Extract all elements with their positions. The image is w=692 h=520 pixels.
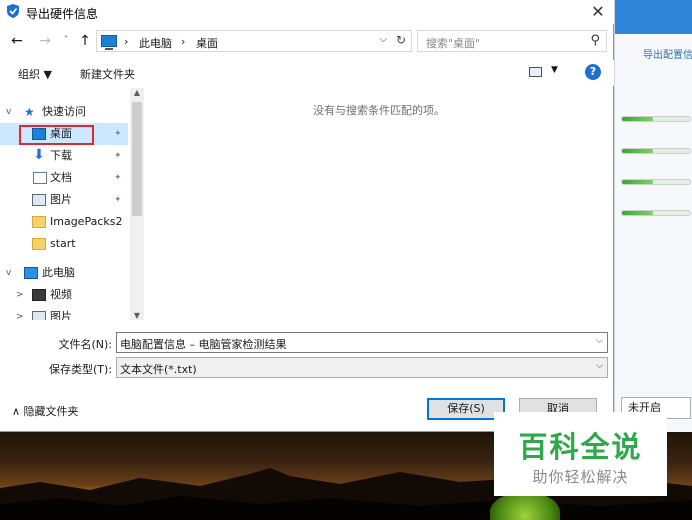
navigation-bar: ← → ˅ ↑ › 此电脑 › 桌面 ⌵ ↻ 搜索"桌面" ⚲ [0,28,614,54]
new-folder-button[interactable]: 新建文件夹 [80,66,135,82]
chevron-down-icon[interactable]: ⌵ [379,34,387,45]
sidebar-item-imagepacks2[interactable]: ImagePacks2 [0,211,128,233]
close-button[interactable]: ✕ [586,1,610,23]
filetype-label: 保存类型(T): [48,363,112,376]
sidebar-item-label: start [50,237,76,250]
progress-bar [621,179,691,185]
view-options-icon[interactable] [529,67,542,77]
pin-icon: ✦ [114,195,122,205]
breadcrumb-this-pc[interactable]: 此电脑 [139,35,172,51]
watermark-brand: 百科全说 [518,430,643,464]
background-app-title: 导出配置信 [643,50,692,61]
sidebar-item-label: 图片 [50,193,72,206]
shield-icon [7,4,19,18]
pictures-icon [32,311,46,320]
progress-bar [621,148,691,154]
computer-icon [101,35,117,50]
download-icon: ⬇ [33,147,45,163]
sidebar-item-this-pc[interactable]: v 此电脑 [0,262,128,284]
sidebar-item-label: 桌面 [50,127,72,140]
sidebar-item-pictures-pc[interactable]: > 图片 [0,306,128,320]
progress-bar [621,210,691,216]
chevron-right-icon[interactable]: > [16,306,24,320]
chevron-down-icon[interactable]: ⌵ [596,336,603,346]
organize-menu[interactable]: 组织 ▼ [18,66,52,82]
sidebar-item-pictures[interactable]: 图片 ✦ [0,189,128,211]
sidebar-item-label: 下载 [50,149,72,162]
scroll-up-icon[interactable]: ▲ [130,88,144,97]
chevron-down-icon[interactable]: v [6,262,11,284]
empty-results-message: 没有与搜索条件匹配的项。 [313,104,445,117]
title-bar: 导出硬件信息 ✕ [0,0,614,24]
sidebar-item-videos[interactable]: > 视频 [0,284,128,306]
filename-value: 电脑配置信息 – 电脑管家检测结果 [120,338,287,351]
pin-icon: ✦ [114,129,122,139]
video-icon [32,289,46,301]
breadcrumb-separator: › [124,35,129,48]
sidebar-item-label: 此电脑 [42,266,75,279]
background-app-header [615,0,692,34]
breadcrumb-desktop[interactable]: 桌面 [196,35,218,51]
sidebar-item-label: 视频 [50,288,72,301]
desktop-icon [32,128,46,140]
filename-field[interactable]: 电脑配置信息 – 电脑管家检测结果 ⌵ [116,332,608,353]
sidebar-item-start[interactable]: start [0,233,128,255]
scrollbar-thumb[interactable] [132,102,142,216]
pin-icon: ✦ [114,173,122,183]
save-dialog: 导出硬件信息 ✕ ← → ˅ ↑ › 此电脑 › 桌面 ⌵ ↻ 搜索"桌面" ⚲… [0,0,614,432]
sidebar-item-label: 文档 [50,171,72,184]
address-bar[interactable]: › 此电脑 › 桌面 ⌵ ↻ [96,30,412,52]
sidebar-item-label: 快速访问 [42,105,86,118]
sidebar-item-label: 图片 [50,310,72,320]
dialog-title: 导出硬件信息 [26,7,99,21]
watermark-slogan: 助你轻松解决 [532,468,629,486]
recent-locations-button[interactable]: ˅ [57,32,75,50]
folder-icon [32,238,46,250]
pc-icon [24,267,38,279]
help-icon[interactable]: ? [585,64,601,80]
sidebar-item-documents[interactable]: 文档 ✦ [0,167,128,189]
chevron-down-icon[interactable]: v [6,101,11,123]
scroll-down-icon[interactable]: ▼ [130,311,144,320]
chevron-down-icon[interactable]: ▼ [551,65,558,75]
hide-folders-toggle[interactable]: ∧ 隐藏文件夹 [12,403,79,419]
folder-icon [32,216,46,228]
filetype-value: 文本文件(*.txt) [120,363,197,376]
watermark: 百科全说 助你轻松解决 [494,412,667,496]
back-button[interactable]: ← [8,32,26,50]
search-placeholder: 搜索"桌面" [426,37,481,50]
progress-bar [621,116,691,122]
filename-row: 文件名(N): 电脑配置信息 – 电脑管家检测结果 ⌵ [0,332,614,354]
chevron-right-icon[interactable]: > [16,284,24,306]
up-button[interactable]: ↑ [76,32,94,50]
pin-icon: ✦ [114,151,122,161]
sidebar-item-quick-access[interactable]: v ★ 快速访问 [0,101,128,123]
filetype-row: 保存类型(T): 文本文件(*.txt) ⌵ [0,357,614,379]
filetype-select[interactable]: 文本文件(*.txt) ⌵ [116,357,608,378]
star-icon: ★ [24,105,35,119]
search-icon: ⚲ [590,33,600,48]
navigation-pane: v ★ 快速访问 桌面 ✦ ⬇ 下载 ✦ 文档 ✦ 图片 ✦ ImagePack… [0,88,144,320]
search-input[interactable]: 搜索"桌面" ⚲ [417,30,607,52]
sidebar-item-label: ImagePacks2 [50,215,123,228]
sidebar-item-downloads[interactable]: ⬇ 下载 ✦ [0,145,128,167]
pictures-icon [32,194,46,206]
filename-label: 文件名(N): [58,338,112,351]
sidebar-scrollbar[interactable]: ▲ ▼ [130,88,144,320]
command-bar: 组织 ▼ 新建文件夹 ▼ ? [0,60,614,86]
refresh-icon[interactable]: ↻ [396,33,406,47]
background-app-window: 导出配置信 未开启 [614,0,692,432]
chevron-down-icon[interactable]: ⌵ [596,361,603,371]
document-icon [33,172,47,184]
sidebar-item-desktop[interactable]: 桌面 ✦ [0,123,128,145]
forward-button[interactable]: → [36,32,54,50]
breadcrumb-separator: › [181,35,186,48]
